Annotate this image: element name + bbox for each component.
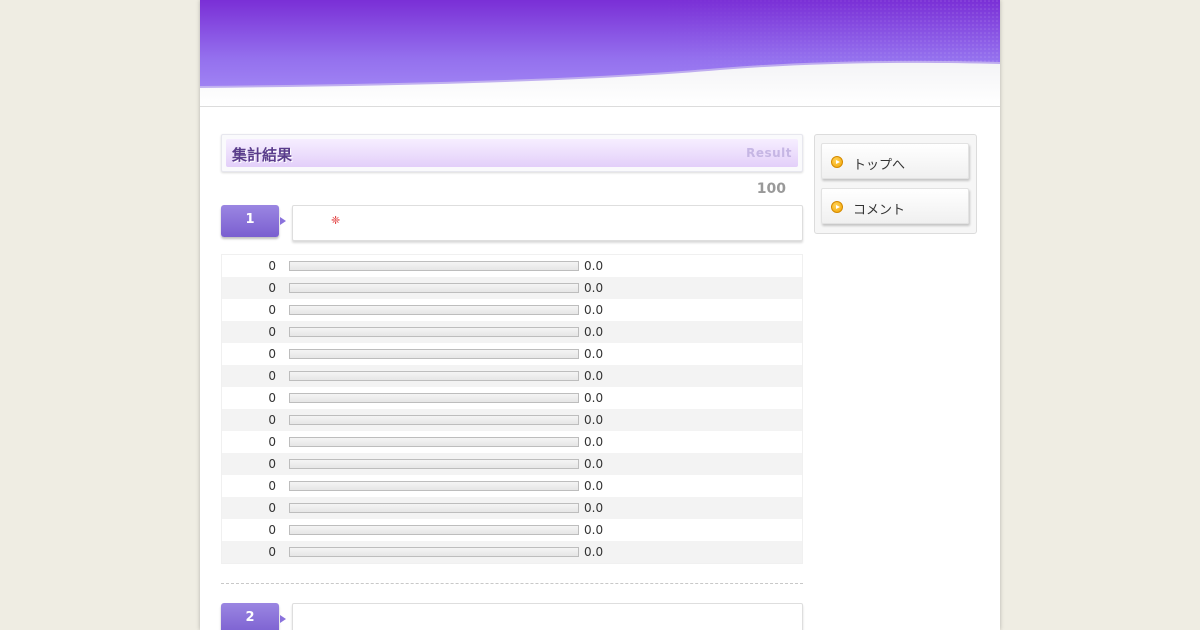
result-percent: 0.0: [584, 369, 604, 383]
result-bar-track: [289, 371, 579, 381]
result-row: 0 0.0: [222, 475, 802, 497]
result-count: 0: [268, 369, 276, 383]
result-percent: 0.0: [584, 501, 604, 515]
result-count: 0: [268, 523, 276, 537]
result-bar-track: [289, 459, 579, 469]
result-percent: 0.0: [584, 325, 604, 339]
result-percent: 0.0: [584, 435, 604, 449]
result-percent: 0.0: [584, 347, 604, 361]
result-percent: 0.0: [584, 523, 604, 537]
nav-button-label: コメント: [853, 203, 906, 218]
badge-arrow-icon: [280, 217, 286, 225]
question-row-1: 1 ❈: [221, 205, 803, 241]
result-row: 0 0.0: [222, 497, 802, 519]
question-text-box: ❈: [292, 205, 803, 241]
badge-arrow-icon: [280, 615, 286, 623]
result-row: 0 0.0: [222, 299, 802, 321]
nav-button-top[interactable]: トップへ: [821, 143, 969, 179]
result-percent: 0.0: [584, 303, 604, 317]
nav-button-comment[interactable]: コメント: [821, 188, 969, 224]
result-count: 0: [268, 325, 276, 339]
result-bar-track: [289, 503, 579, 513]
sidebar-nav: トップへ コメント: [814, 134, 977, 234]
result-count: 0: [268, 457, 276, 471]
result-count: 0: [268, 259, 276, 273]
result-row: 0 0.0: [222, 431, 802, 453]
flower-icon: ❈: [331, 214, 341, 227]
section-title-english: Result: [746, 146, 792, 160]
result-percent: 0.0: [584, 259, 604, 273]
result-count: 0: [268, 413, 276, 427]
result-row: 0 0.0: [222, 321, 802, 343]
result-bar-track: [289, 437, 579, 447]
result-row: 0 0.0: [222, 387, 802, 409]
result-row: 0 0.0: [222, 541, 802, 563]
result-percent: 0.0: [584, 281, 604, 295]
result-percent: 0.0: [584, 391, 604, 405]
play-circle-icon: [831, 156, 843, 168]
section-title-bar: [226, 139, 798, 167]
result-bar-track: [289, 393, 579, 403]
section-title-text: 集計結果: [232, 146, 293, 164]
header-banner: [200, 0, 1000, 107]
result-count: 0: [268, 391, 276, 405]
result-count: 0: [268, 281, 276, 295]
question-text-box: [292, 603, 803, 630]
result-row: 0 0.0: [222, 453, 802, 475]
result-row: 0 0.0: [222, 365, 802, 387]
result-percent: 0.0: [584, 457, 604, 471]
result-percent: 0.0: [584, 479, 604, 493]
question-number: 2: [245, 610, 255, 625]
result-row: 0 0.0: [222, 343, 802, 365]
result-row: 0 0.0: [222, 519, 802, 541]
question-number-badge: 1: [221, 205, 286, 237]
result-count: 0: [268, 347, 276, 361]
result-percent: 0.0: [584, 413, 604, 427]
result-bar-track: [289, 261, 579, 271]
question-row-2: 2: [221, 603, 803, 630]
result-bar-track: [289, 283, 579, 293]
results-table: 0 0.0 0 0.0 0 0.0 0 0.0 0 0.0 0 0.0 0 0.0 0 0.0 0 0.0 0 0.0…: [221, 254, 803, 564]
result-bar-track: [289, 525, 579, 535]
nav-button-label: トップへ: [853, 158, 906, 173]
result-bar-track: [289, 481, 579, 491]
question-number-badge: 2: [221, 603, 286, 630]
result-count: 0: [268, 545, 276, 559]
question-number: 1: [245, 212, 255, 227]
result-count: 0: [268, 479, 276, 493]
result-row: 0 0.0: [222, 277, 802, 299]
result-bar-track: [289, 547, 579, 557]
page-container: 集計結果 Result 100 1 ❈ 0 0.0 0 0.0 0 0.0 0 0.0 0 0.0…: [200, 0, 1000, 630]
header-wave-graphic: [200, 0, 1000, 106]
result-count: 0: [268, 501, 276, 515]
result-row: 0 0.0: [222, 255, 802, 277]
section-title-box: 集計結果 Result: [221, 134, 803, 172]
result-bar-track: [289, 415, 579, 425]
result-count: 0: [268, 303, 276, 317]
result-bar-track: [289, 327, 579, 337]
section-divider: [221, 583, 803, 584]
result-count: 0: [268, 435, 276, 449]
total-count: 100: [756, 181, 786, 197]
play-circle-icon: [831, 201, 843, 213]
result-bar-track: [289, 349, 579, 359]
result-percent: 0.0: [584, 545, 604, 559]
result-bar-track: [289, 305, 579, 315]
result-row: 0 0.0: [222, 409, 802, 431]
main-content: 集計結果 Result 100 1 ❈ 0 0.0 0 0.0 0 0.0 0 0.0 0 0.0…: [221, 134, 803, 630]
